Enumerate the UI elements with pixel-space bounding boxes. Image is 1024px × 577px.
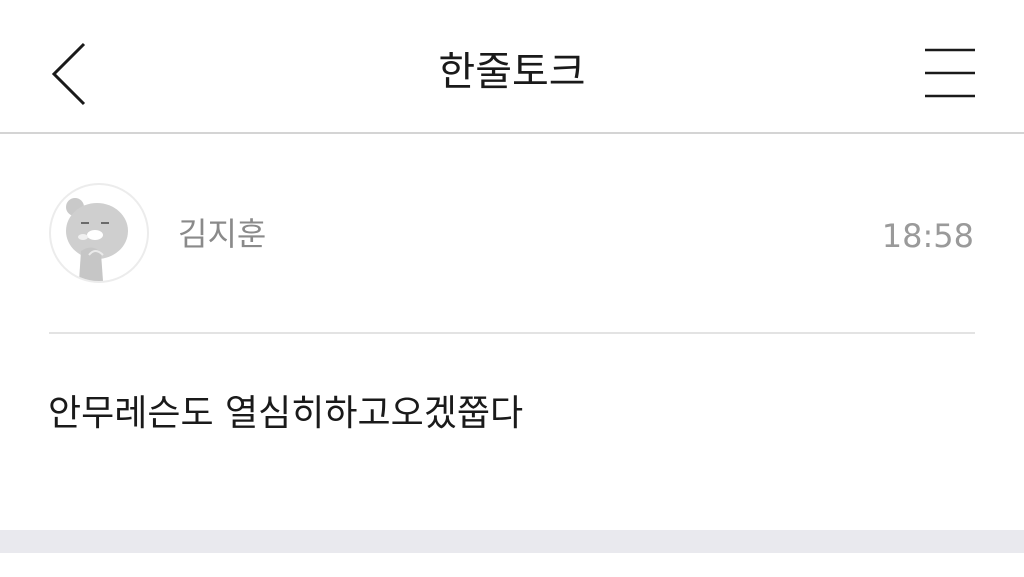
- author-name: 김지훈: [178, 215, 267, 253]
- avatar[interactable]: [49, 183, 149, 283]
- character-avatar-icon: [66, 198, 128, 281]
- top-navigation-bar: 한줄토크: [0, 0, 1024, 134]
- page-title: 한줄토크: [438, 49, 586, 95]
- back-button[interactable]: [40, 38, 100, 110]
- talk-detail-screen: 한줄토크 김지훈 18:58 안무레슨도 열심히하고오겠쭙다: [0, 0, 1024, 577]
- hamburger-menu-icon: [925, 48, 975, 98]
- post-author-row: 김지훈 18:58: [0, 134, 1024, 334]
- post-message: 안무레슨도 열심히하고오겠쭙다: [48, 393, 524, 434]
- content-divider: [49, 332, 975, 334]
- bottom-separator-bar: [0, 530, 1024, 553]
- post-timestamp: 18:58: [881, 217, 974, 255]
- chevron-left-icon: [51, 42, 86, 106]
- menu-button[interactable]: [918, 42, 982, 104]
